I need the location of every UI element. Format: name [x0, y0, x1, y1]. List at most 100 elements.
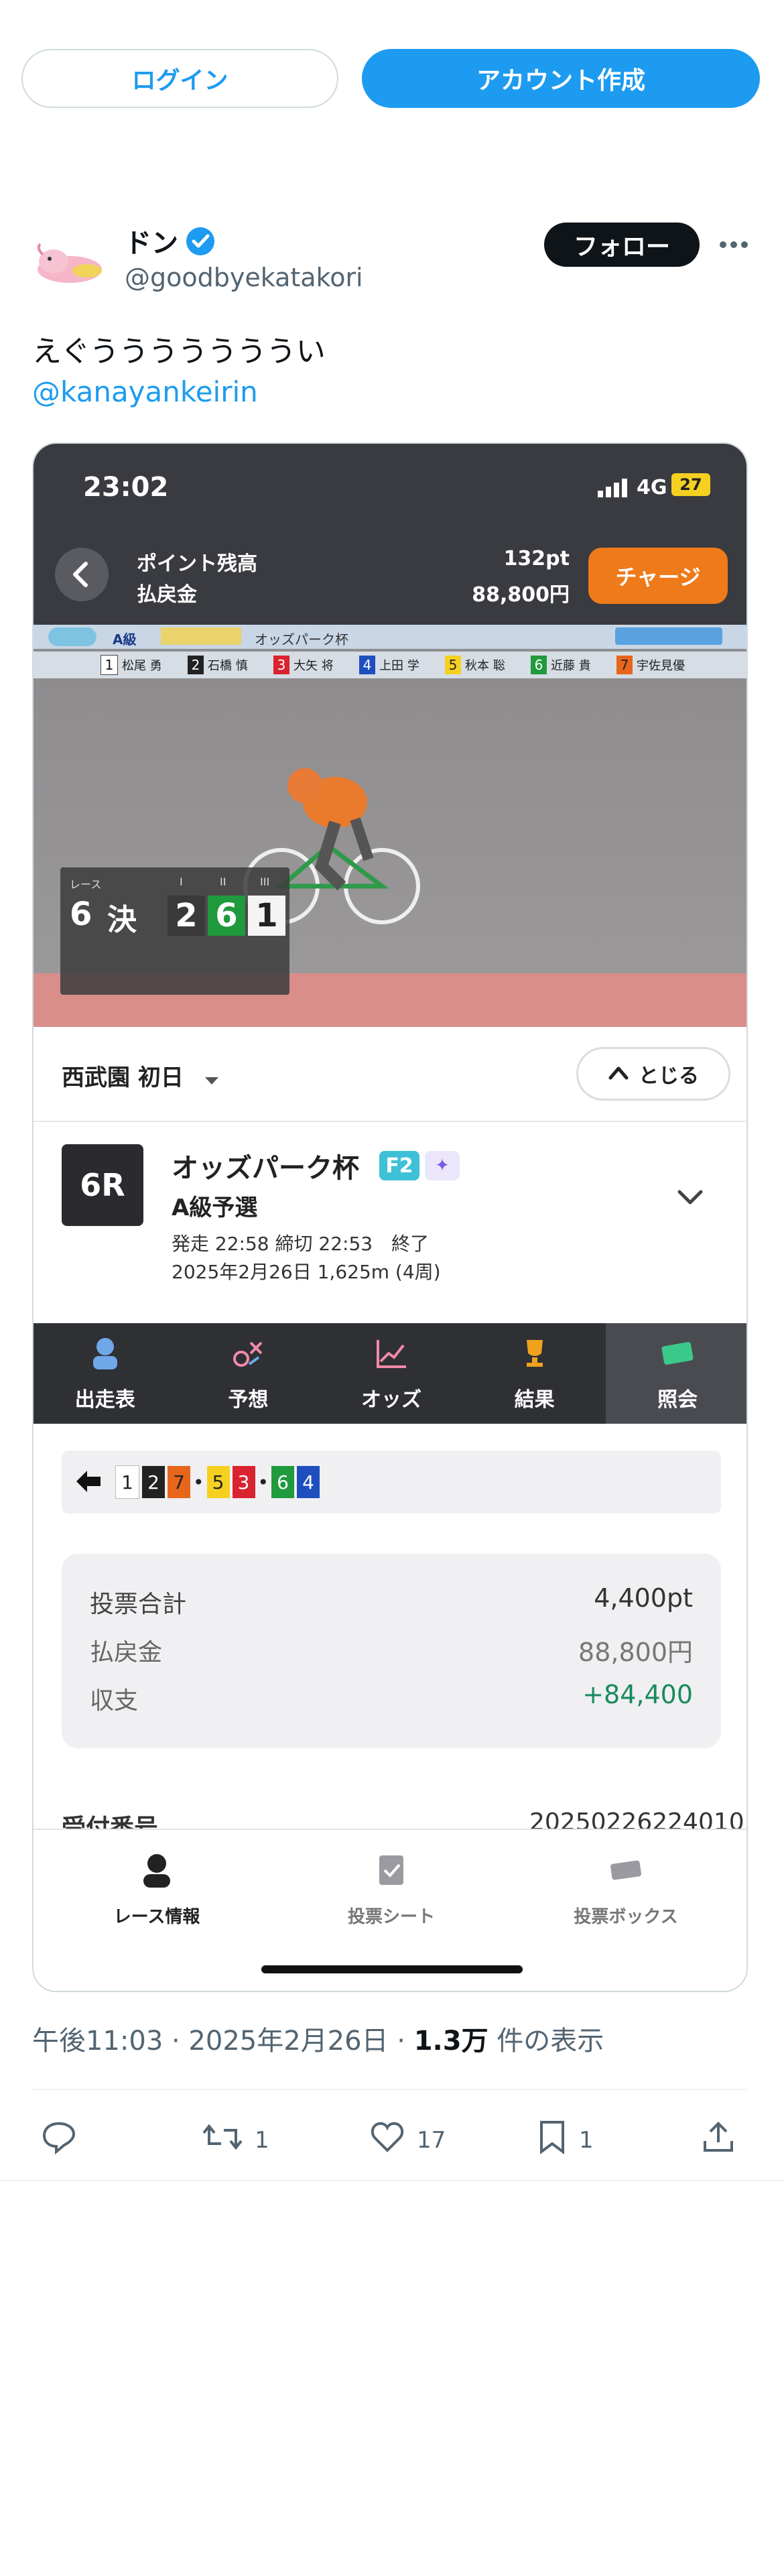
video-logo	[48, 627, 96, 646]
rider-3: 3 大矢 将	[273, 656, 354, 674]
rider-5: 5 秋本 聡	[445, 656, 525, 674]
rider-4: 4 上田 学	[359, 656, 440, 674]
combo-frame-1: 1	[115, 1465, 139, 1499]
board-col-3: III	[260, 875, 270, 888]
board-col-2: II	[220, 875, 226, 888]
tweet-timestamp[interactable]: 午後11:03 · 2025年2月26日 ·	[32, 2026, 414, 2057]
retweet-button[interactable]: 1	[201, 2118, 269, 2162]
venue-selector[interactable]: 西武園 初日	[62, 1059, 220, 1093]
user-handle[interactable]: @goodbyekatakori	[125, 263, 363, 292]
balance-label: 収支	[90, 1687, 139, 1715]
login-button[interactable]: ログイン	[21, 49, 338, 108]
reply-button[interactable]	[40, 2118, 78, 2162]
board-third: 1	[248, 896, 285, 936]
home-indicator	[261, 1965, 523, 1973]
follow-button[interactable]: フォロー	[544, 223, 700, 267]
tweet-meta: 午後11:03 · 2025年2月26日 · 1.3万 件の表示	[32, 2019, 604, 2058]
battery-icon: 27	[671, 473, 710, 496]
race-date: 2025年2月26日 1,625m (4周)	[172, 1261, 441, 1283]
race-tabs: 出走表 予想 オッズ 結果 照会	[34, 1323, 746, 1424]
combo-frame-6: 6	[271, 1466, 295, 1498]
back-button[interactable]	[55, 548, 109, 601]
share-icon	[700, 2118, 737, 2162]
board-race-number: 6	[70, 896, 92, 933]
total-value: 4,400pt	[594, 1583, 693, 1613]
tab-results[interactable]: 結果	[463, 1323, 606, 1424]
signup-button[interactable]: アカウント作成	[362, 49, 760, 108]
summary-payout-value: 88,800円	[578, 1638, 693, 1667]
rider-list: 1 松尾 勇 2 石橋 慎 3 大矢 将 4 上田 学 5 秋本 聡 6 近藤 貴 7 宇佐見…	[34, 652, 746, 678]
grade-badge: F2	[379, 1151, 419, 1180]
like-count: 17	[417, 2126, 446, 2154]
rider-1: 1 松尾 勇	[101, 655, 182, 675]
total-label: 投票合計	[90, 1591, 187, 1618]
nav-race-info[interactable]: レース情報	[56, 1850, 257, 1928]
race-video[interactable]: A級 オッズパーク杯 1 松尾 勇 2 石橋 慎 3 大矢 将 4 上田 学 5 秋本 聡…	[34, 625, 746, 1027]
tab-prediction[interactable]: 予想	[177, 1323, 320, 1424]
sparkle-icon: ✦	[425, 1151, 460, 1180]
video-banner	[161, 627, 241, 645]
views-label: 件の表示	[488, 2026, 604, 2057]
prediction-icon	[229, 1335, 267, 1377]
tab-entries[interactable]: 出走表	[34, 1323, 177, 1424]
reply-icon	[40, 2118, 78, 2162]
share-button[interactable]	[700, 2118, 737, 2162]
tweet-text: えぐうううううううい	[32, 334, 326, 369]
nav-bet-sheet[interactable]: 投票シート	[291, 1850, 492, 1928]
status-time: 23:02	[83, 472, 169, 503]
divider	[0, 2180, 784, 2181]
sheet-icon	[371, 1850, 411, 1895]
signal-icon	[598, 477, 631, 500]
heart-icon	[369, 2118, 406, 2162]
charge-button[interactable]: チャージ	[588, 548, 728, 604]
rider-6: 6 近藤 貴	[531, 656, 611, 674]
chevron-down-icon[interactable]	[677, 1188, 704, 1209]
rider-7: 7 宇佐見優	[616, 656, 697, 674]
retweet-count: 1	[255, 2126, 269, 2154]
board-final: 決	[107, 903, 137, 937]
ticket-icon	[659, 1335, 696, 1377]
combo-frame-7: 4	[297, 1466, 320, 1498]
caret-down-icon	[204, 1066, 220, 1093]
combo-frame-2: 2	[142, 1466, 165, 1498]
points-label: ポイント残高	[137, 552, 257, 576]
close-video-button[interactable]: とじる	[576, 1047, 730, 1101]
more-options-icon[interactable]	[717, 231, 750, 258]
display-name[interactable]: ドン	[125, 221, 178, 260]
chart-icon	[373, 1335, 410, 1377]
mention-link[interactable]: @kanayankeirin	[32, 375, 258, 408]
balance-value: +84,400	[582, 1680, 693, 1709]
avatar[interactable]	[29, 228, 110, 295]
tab-inquiry[interactable]: 照会	[606, 1323, 746, 1424]
board-first: 2	[168, 896, 205, 936]
bet-combination: 1 2 7 • 5 3 • 6 4	[62, 1451, 721, 1514]
summary-payout-label: 払戻金	[90, 1639, 163, 1666]
result-board: レース I II III 6 決 2 6 1	[60, 867, 289, 995]
video-sponsor-logo	[615, 627, 722, 645]
rider-icon	[86, 1335, 124, 1377]
rider-2: 2 石橋 慎	[188, 656, 268, 674]
race-number-badge: 6R	[62, 1144, 143, 1226]
tickets-icon	[606, 1850, 646, 1895]
video-title: オッズパーク杯	[255, 631, 348, 648]
nav-bet-box[interactable]: 投票ボックス	[525, 1850, 726, 1928]
network-type: 4G	[637, 476, 667, 499]
media-image[interactable]: 23:02 4G 27 ポイント残高 払戻金 132pt 88,800円 チャー…	[32, 442, 748, 1992]
race-time: 発走 22:58 締切 22:53 終了	[172, 1233, 430, 1255]
payout-label: 払戻金	[137, 583, 197, 607]
payout-value: 88,800円	[472, 583, 570, 607]
tab-odds[interactable]: オッズ	[320, 1323, 463, 1424]
verified-badge-icon	[185, 226, 216, 257]
bookmark-button[interactable]: 1	[536, 2118, 594, 2162]
chevron-up-icon	[608, 1062, 629, 1086]
board-col-1: I	[180, 875, 183, 888]
combo-frame-4: 5	[206, 1466, 230, 1498]
trophy-icon	[516, 1335, 553, 1377]
race-title: オッズパーク杯	[172, 1153, 359, 1184]
bookmark-icon	[536, 2118, 568, 2162]
arrow-left-icon	[75, 1468, 102, 1497]
bookmark-count: 1	[579, 2126, 594, 2154]
like-button[interactable]: 17	[369, 2118, 446, 2162]
person-icon	[137, 1850, 177, 1895]
board-second: 6	[208, 896, 245, 936]
